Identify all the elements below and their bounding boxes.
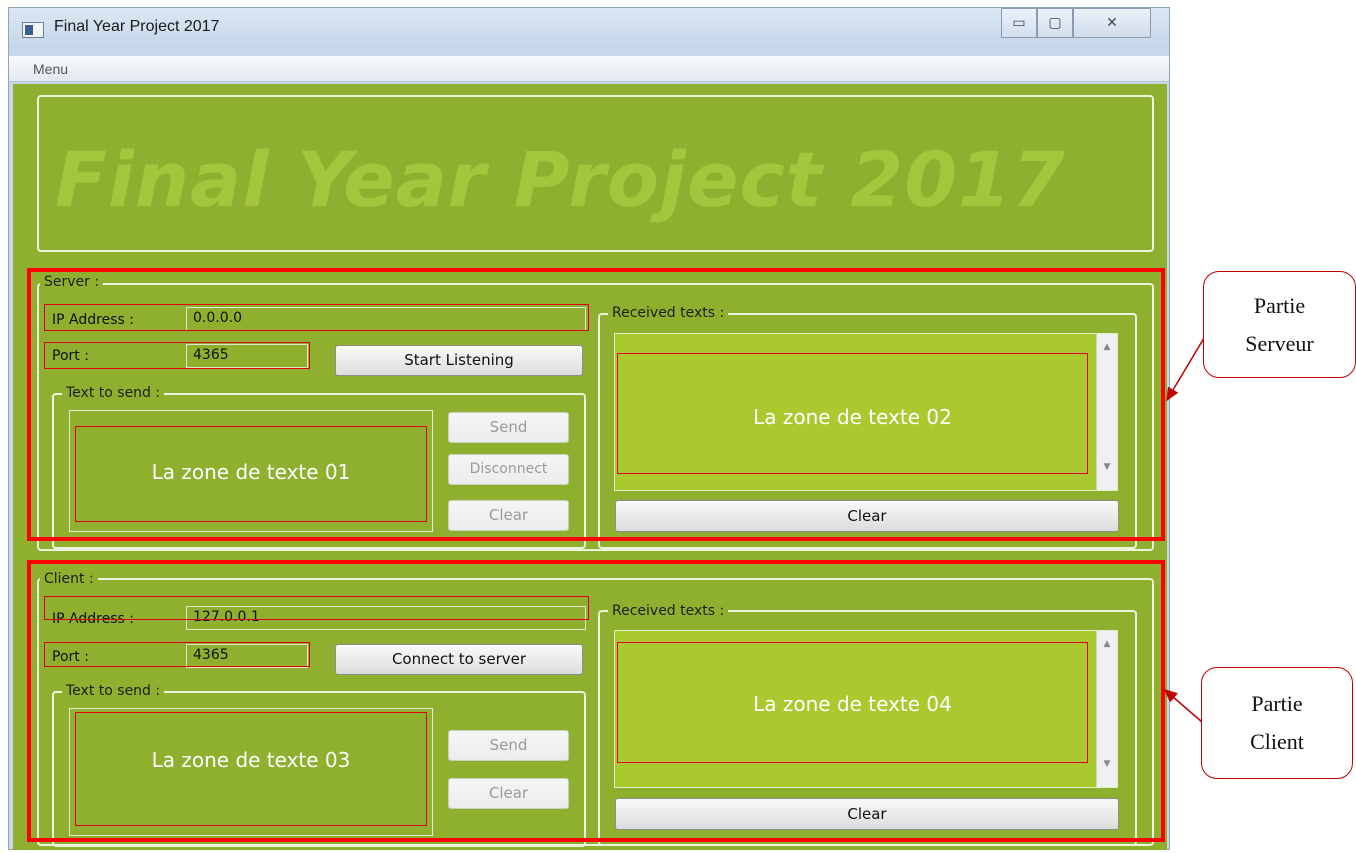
menu-bar: [9, 56, 1169, 82]
window-title: Final Year Project 2017: [54, 18, 220, 35]
minimize-button[interactable]: ▭: [1001, 8, 1037, 38]
server-callout: Partie Serveur: [1203, 271, 1356, 378]
banner-title: Final Year Project 2017: [55, 135, 1066, 224]
client-callout: Partie Client: [1201, 667, 1353, 779]
minimize-icon: ▭: [1012, 15, 1026, 31]
menu-item-menu[interactable]: Menu: [33, 61, 68, 77]
server-callout-line1: Partie: [1253, 293, 1306, 318]
close-button[interactable]: ✕: [1073, 8, 1151, 38]
client-callout-line1: Partie: [1251, 691, 1303, 716]
client-callout-line2: Client: [1250, 729, 1304, 754]
client-callout-pointer: [1163, 689, 1203, 723]
close-icon: ✕: [1106, 15, 1118, 31]
maximize-icon: ▢: [1048, 15, 1062, 31]
server-callout-pointer: [1166, 332, 1208, 402]
app-icon: [22, 22, 44, 38]
server-section-outline: [27, 268, 1165, 541]
maximize-button[interactable]: ▢: [1037, 8, 1073, 38]
server-callout-line2: Serveur: [1245, 331, 1314, 356]
client-section-outline: [27, 560, 1165, 842]
